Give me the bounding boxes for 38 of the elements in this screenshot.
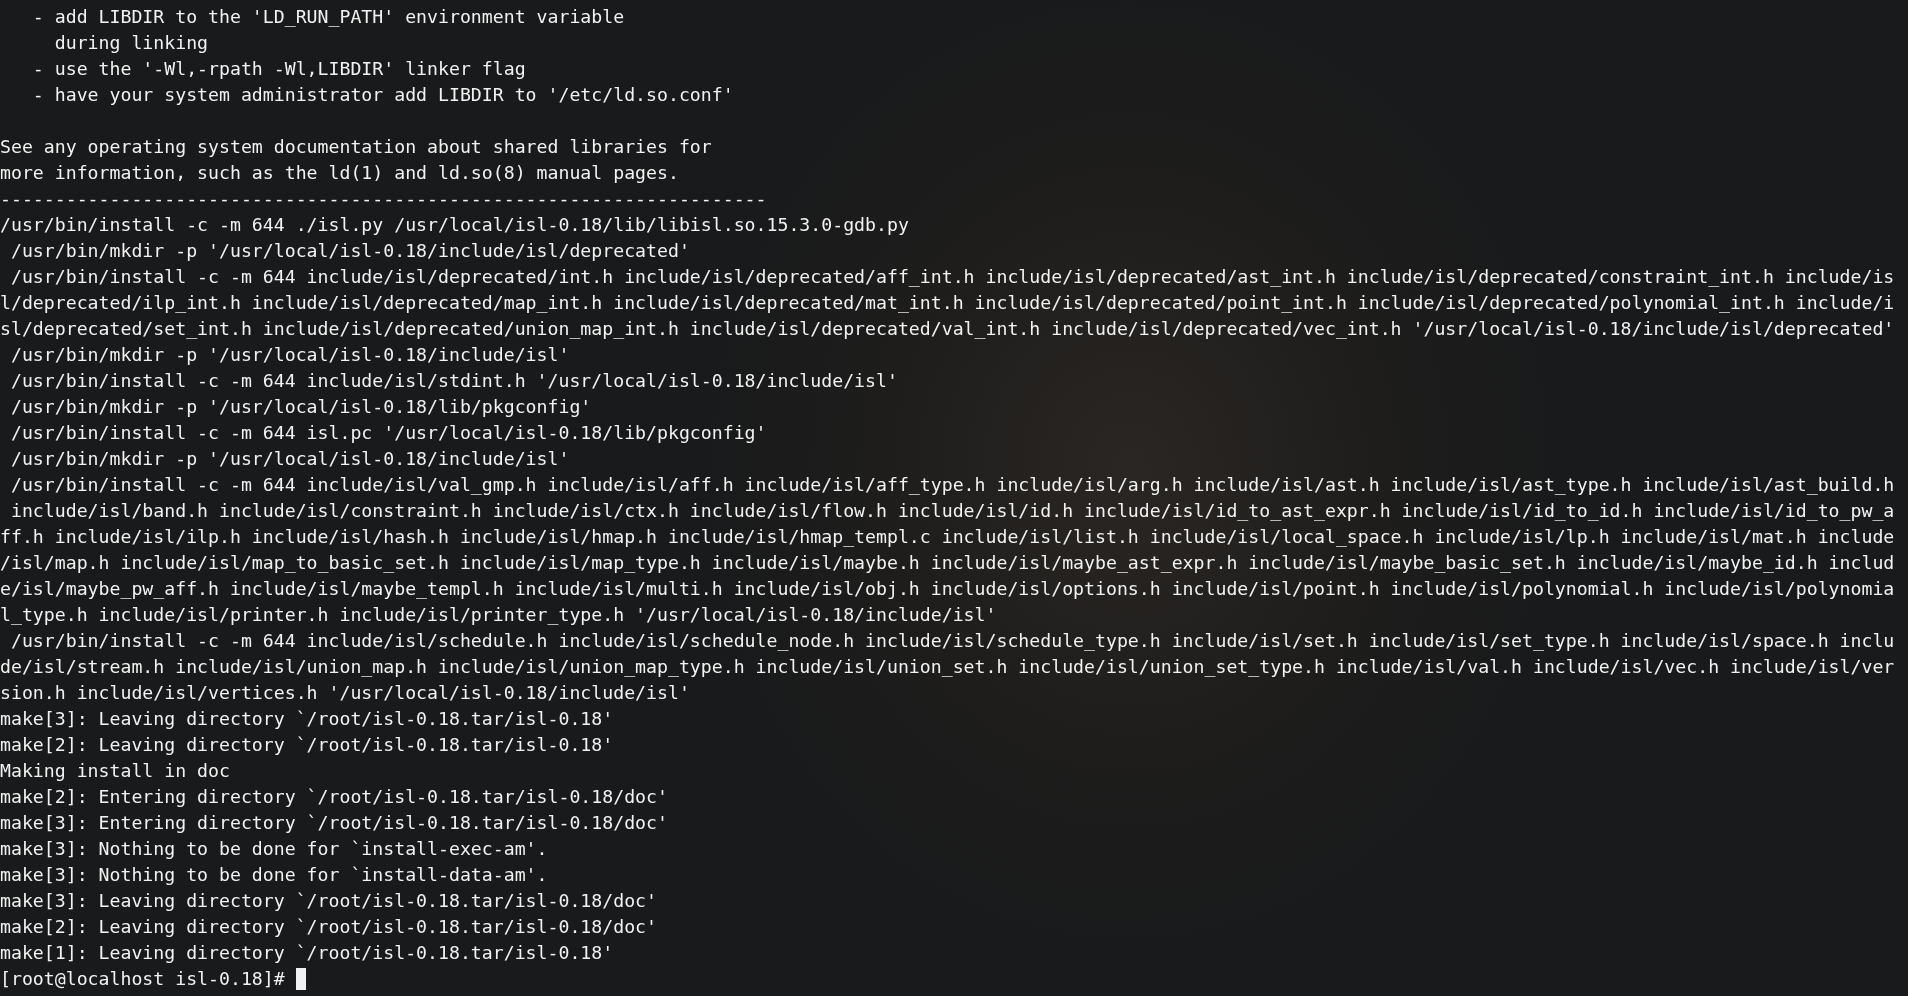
shell-prompt: [root@localhost isl-0.18]# [0, 967, 285, 991]
terminal-line: de/isl/stream.h include/isl/union_map.h include/isl/union_map_type.h include/isl/union_set.h include/isl/union_set_type.h include/isl/val.h include/isl/vec.h include/isl/ver [0, 655, 1896, 679]
terminal-line: See any operating system documentation about shared libraries for [0, 135, 713, 159]
terminal-line: sl/deprecated/set_int.h include/isl/deprecated/union_map_int.h include/isl/deprecated/val_int.h include/isl/deprecated/vec_int.h '/usr/local/isl-0.18/include/isl/deprecated' [0, 317, 1896, 341]
terminal-line: ff.h include/isl/ilp.h include/isl/hash.h include/isl/hmap.h include/isl/hmap_templ.c include/isl/list.h include/isl/local_space.h include/isl/lp.h include/isl/mat.h include [0, 525, 1896, 549]
terminal-line: /usr/bin/install -c -m 644 include/isl/deprecated/int.h include/isl/deprecated/aff_int.h include/isl/deprecated/ast_int.h include/isl/deprecated/constraint_int.h include/is [9, 265, 1896, 289]
terminal-line: make[2]: Leaving directory `/root/isl-0.18.tar/isl-0.18/doc' [0, 915, 658, 939]
terminal-line: /isl/map.h include/isl/map_to_basic_set.h include/isl/map_type.h include/isl/maybe.h include/isl/maybe_ast_expr.h include/isl/maybe_basic_set.h include/isl/maybe_id.h includ [0, 551, 1896, 575]
terminal-line: /usr/bin/install -c -m 644 include/isl/val_gmp.h include/isl/aff.h include/isl/aff_type.h include/isl/arg.h include/isl/ast.h include/isl/ast_type.h include/isl/ast_build.h [9, 473, 1896, 497]
terminal-line: l_type.h include/isl/printer.h include/isl/printer_type.h '/usr/local/isl-0.18/include/isl' [0, 603, 998, 627]
terminal-line: - have your system administrator add LIBDIR to '/etc/ld.so.conf' [31, 83, 735, 107]
terminal-line: make[3]: Leaving directory `/root/isl-0.18.tar/isl-0.18' [0, 707, 615, 731]
terminal-line: during linking [53, 31, 210, 55]
terminal-line: include/isl/band.h include/isl/constraint.h include/isl/ctx.h include/isl/flow.h include/isl/id.h include/isl/id_to_ast_expr.h include/isl/id_to_id.h include/isl/id_to_pw_a [9, 499, 1896, 523]
terminal-line: /usr/bin/mkdir -p '/usr/local/isl-0.18/lib/pkgconfig' [9, 395, 593, 419]
terminal-line: make[3]: Entering directory `/root/isl-0.18.tar/isl-0.18/doc' [0, 811, 669, 835]
terminal-line: /usr/bin/install -c -m 644 isl.pc '/usr/local/isl-0.18/lib/pkgconfig' [9, 421, 768, 445]
terminal-line: - use the '-Wl,-rpath -Wl,LIBDIR' linker flag [31, 57, 527, 81]
terminal-line: make[3]: Leaving directory `/root/isl-0.18.tar/isl-0.18/doc' [0, 889, 658, 913]
terminal-line: - add LIBDIR to the 'LD_RUN_PATH' environment variable [31, 5, 626, 29]
terminal-line: make[3]: Nothing to be done for `install-data-am'. [0, 863, 549, 887]
terminal-line: /usr/bin/install -c -m 644 ./isl.py /usr/local/isl-0.18/lib/libisl.so.15.3.0-gdb.py [0, 213, 910, 237]
terminal-line: /usr/bin/mkdir -p '/usr/local/isl-0.18/include/isl' [9, 447, 571, 471]
terminal-line: /usr/bin/mkdir -p '/usr/local/isl-0.18/include/isl' [9, 343, 571, 367]
terminal-line: Making install in doc [0, 759, 231, 783]
terminal-line: more information, such as the ld(1) and ld.so(8) manual pages. [0, 161, 680, 185]
terminal-line: make[3]: Nothing to be done for `install-exec-am'. [0, 837, 549, 861]
terminal-line: sion.h include/isl/vertices.h '/usr/local/isl-0.18/include/isl' [0, 681, 691, 705]
cursor-icon [295, 968, 306, 990]
terminal-line: make[1]: Leaving directory `/root/isl-0.18.tar/isl-0.18' [0, 941, 615, 965]
terminal-line: /usr/bin/install -c -m 644 include/isl/schedule.h include/isl/schedule_node.h include/isl/schedule_type.h include/isl/set.h include/isl/set_type.h include/isl/space.h inclu [9, 629, 1896, 653]
terminal-line: make[2]: Entering directory `/root/isl-0.18.tar/isl-0.18/doc' [0, 785, 669, 809]
terminal-line: make[2]: Leaving directory `/root/isl-0.18.tar/isl-0.18' [0, 733, 615, 757]
terminal-line: e/isl/maybe_pw_aff.h include/isl/maybe_templ.h include/isl/multi.h include/isl/obj.h include/isl/options.h include/isl/point.h include/isl/polynomial.h include/isl/polynomia [0, 577, 1896, 601]
terminal-line: ---------------------------------------------------------------------- [0, 187, 768, 211]
terminal-line: /usr/bin/install -c -m 644 include/isl/stdint.h '/usr/local/isl-0.18/include/isl' [9, 369, 899, 393]
terminal-line: /usr/bin/mkdir -p '/usr/local/isl-0.18/include/isl/deprecated' [9, 239, 691, 263]
terminal-line: l/deprecated/ilp_int.h include/isl/deprecated/map_int.h include/isl/deprecated/mat_int.h include/isl/deprecated/point_int.h include/isl/deprecated/polynomial_int.h include/i [0, 291, 1896, 315]
